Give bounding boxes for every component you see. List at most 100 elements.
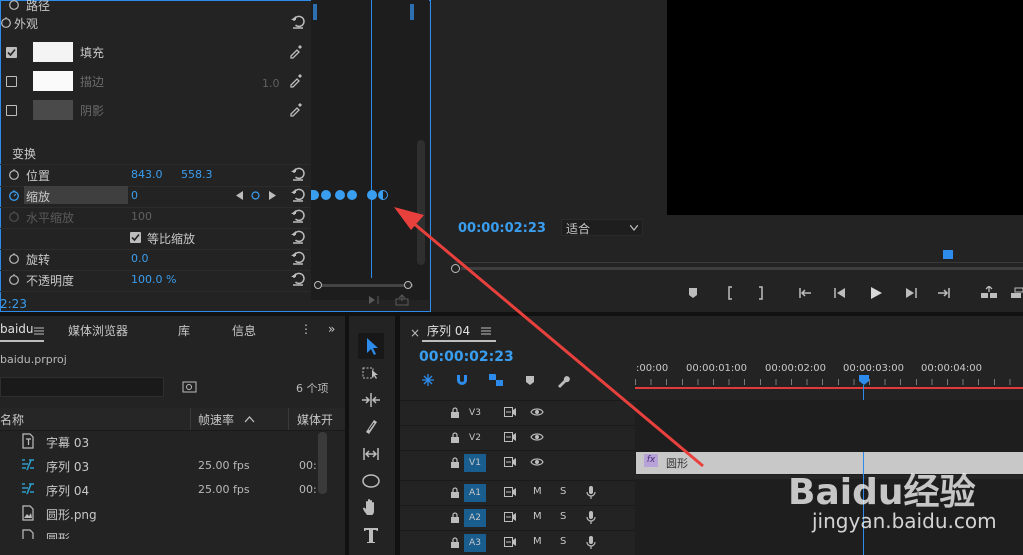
track-name[interactable]: V1 [464,454,486,472]
list-item[interactable]: 序列 03 25.00 fps 00: [0,453,318,477]
av-divider[interactable] [635,475,1023,479]
project-scrollbar[interactable] [318,432,327,494]
stroke-width-value[interactable]: 1.0 [262,77,280,90]
microphone-icon[interactable] [586,485,596,500]
sort-ascending-icon[interactable] [244,416,255,423]
keyframe-half[interactable] [378,190,388,200]
stopwatch-icon[interactable] [8,252,20,264]
play-audio-icon[interactable] [367,294,383,306]
lock-icon[interactable] [450,432,460,443]
program-zoom-bar[interactable] [461,267,1023,270]
add-keyframe-icon[interactable] [251,191,260,200]
eyedropper-icon[interactable] [288,72,304,88]
column-fps[interactable]: 帧速率 [198,411,234,428]
add-marker-icon[interactable] [525,375,535,386]
stroke-checkbox[interactable] [6,76,17,87]
stopwatch-icon[interactable] [8,273,20,285]
stopwatch-icon[interactable] [0,16,12,28]
sync-lock-icon[interactable] [504,407,516,417]
keyframe[interactable] [347,190,357,200]
reset-icon[interactable] [290,271,306,287]
find-bin-icon[interactable] [182,381,197,393]
program-zoom-handle[interactable] [451,264,460,273]
add-marker-icon[interactable] [686,286,700,300]
position-y-value[interactable]: 558.3 [181,168,213,181]
column-name[interactable]: 名称 [0,411,24,428]
list-item[interactable]: 圆形.png [0,501,318,525]
ellipse-tool-icon[interactable] [360,470,382,492]
solo-button[interactable]: S [560,511,566,522]
track-name[interactable]: V2 [464,429,486,447]
ec-zoom-bar[interactable] [315,284,413,287]
wrench-icon[interactable] [556,373,571,388]
lift-icon[interactable] [980,286,998,300]
keyframe[interactable] [367,190,377,200]
linked-selection-icon[interactable] [488,373,504,387]
export-icon[interactable] [395,294,409,306]
solo-button[interactable]: S [560,536,566,547]
play-icon[interactable] [869,286,883,300]
stopwatch-icon[interactable] [8,168,20,180]
reset-icon[interactable] [290,187,306,203]
ripple-edit-tool-icon[interactable] [360,389,382,411]
list-item[interactable]: 圆形 [0,525,318,539]
reset-icon[interactable] [290,229,306,245]
hand-tool-icon[interactable] [360,497,382,519]
reset-icon[interactable] [290,14,306,30]
shadow-checkbox[interactable] [6,105,17,116]
column-divider[interactable] [190,408,191,430]
step-back-icon[interactable] [833,286,847,300]
type-tool-icon[interactable] [360,524,382,546]
extract-icon[interactable] [1010,286,1023,300]
tab-sequence[interactable]: 序列 04 [427,322,470,339]
sync-lock-icon[interactable] [504,457,516,467]
prev-keyframe-icon[interactable] [236,191,244,200]
tab-info[interactable]: 信息 [232,322,256,339]
program-timecode[interactable]: 00:00:02:23 [458,221,546,236]
tab-media-browser[interactable]: 媒体浏览器 [68,322,128,339]
lock-icon[interactable] [450,487,460,498]
fx-badge[interactable]: fx [644,454,658,467]
mute-button[interactable]: M [533,511,542,522]
razor-tool-icon[interactable] [360,416,382,438]
ec-zoom-handle-right[interactable] [404,281,412,289]
work-area-bar[interactable] [635,387,1023,389]
eye-icon[interactable] [530,432,544,442]
slip-tool-icon[interactable] [360,443,382,465]
project-search-input[interactable] [0,377,164,397]
stroke-color-swatch[interactable] [33,71,73,91]
eye-icon[interactable] [530,457,544,467]
position-x-value[interactable]: 843.0 [131,168,163,181]
keyframe[interactable] [335,190,345,200]
opacity-value[interactable]: 100.0 % [131,273,176,286]
go-to-in-icon[interactable] [798,286,812,300]
rotation-value[interactable]: 0.0 [131,252,149,265]
mute-button[interactable]: M [533,486,542,497]
track-name[interactable]: A1 [464,484,486,502]
mark-in-icon[interactable] [723,286,737,300]
lock-icon[interactable] [450,457,460,468]
sync-lock-icon[interactable] [504,432,516,442]
effect-controls-timecode[interactable]: 2:23 [0,297,27,311]
ec-zoom-handle-left[interactable] [314,281,322,289]
reset-icon[interactable] [290,166,306,182]
stopwatch-icon[interactable] [8,0,20,10]
panel-menu-icon[interactable] [34,327,44,335]
microphone-icon[interactable] [586,510,596,525]
shadow-color-swatch[interactable] [33,100,73,120]
timeline-clip[interactable]: fx 圆形 [636,452,1023,474]
list-item[interactable]: 字幕 03 [0,429,318,453]
step-forward-icon[interactable] [904,286,918,300]
next-keyframe-icon[interactable] [268,191,276,200]
reset-icon[interactable] [290,208,306,224]
eyedropper-icon[interactable] [288,43,304,59]
solo-button[interactable]: S [560,486,566,497]
tab-library[interactable]: 库 [178,322,190,339]
expand-panels-icon[interactable]: » [328,322,335,336]
tab-project[interactable]: baidu [0,322,34,336]
close-tab-icon[interactable]: × [410,326,420,340]
mark-out-icon[interactable] [754,286,768,300]
more-tabs-icon[interactable]: ⋮ [300,322,312,336]
fill-color-swatch[interactable] [33,42,73,62]
timeline-timecode[interactable]: 00:00:02:23 [419,349,514,365]
